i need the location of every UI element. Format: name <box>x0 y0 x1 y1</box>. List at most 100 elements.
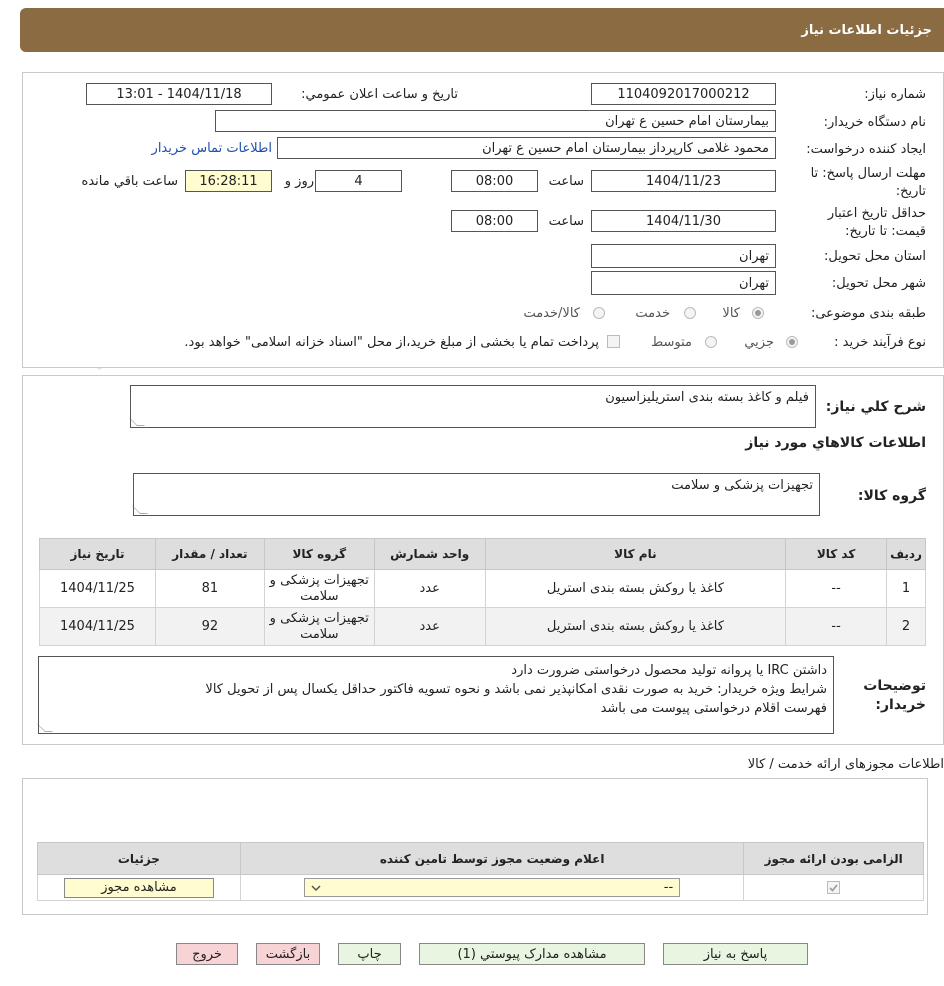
goods-table-header: رديف كد كالا نام كالا واحد شمارش گروه كا… <box>39 538 926 570</box>
table-row: 1 -- کاغذ یا روکش بسته بندی استریل عدد ت… <box>39 569 926 608</box>
reply-date-field: 1404/11/23 <box>591 170 776 192</box>
licenses-title: اطلاعات مجوزهای ارائه خدمت / کالا <box>747 757 944 772</box>
reply-time-label: ساعت <box>548 174 584 189</box>
buyer-notes-textarea[interactable]: داشتن IRC یا پروانه تولید محصول درخواستی… <box>37 656 834 734</box>
col-qty: تعداد / مقدار <box>154 538 265 570</box>
province-field: تهران <box>591 244 776 268</box>
view-attachments-button[interactable]: مشاهده مدارک پیوستي (1) <box>419 943 645 965</box>
city-field: تهران <box>591 271 776 295</box>
category-service-radio[interactable] <box>684 307 696 319</box>
goods-group-textarea[interactable]: تجهیزات پزشکی و سلامت <box>132 473 820 516</box>
cell-qty: 92 <box>154 607 265 646</box>
licenses-table-header: الزامی بودن ارائه مجوز اعلام وضعیت مجوز … <box>37 842 924 875</box>
cell-license-details: مشاهده مجوز <box>37 874 241 901</box>
buyer-notes-label-2: خریدار: <box>875 697 926 713</box>
page-title: جزئیات اطلاعات نیاز <box>801 22 932 38</box>
category-goods-radio[interactable] <box>752 307 764 319</box>
city-label: شهر محل تحویل: <box>831 276 926 291</box>
goods-group-label: گروه کالا: <box>857 488 926 504</box>
cell-date: 1404/11/25 <box>39 569 156 608</box>
purchase-medium-radio[interactable] <box>705 336 717 348</box>
buyer-org-label: نام دستگاه خریدار: <box>823 115 926 130</box>
print-button[interactable]: چاپ <box>338 943 401 965</box>
goods-table: رديف كد كالا نام كالا واحد شمارش گروه كا… <box>39 538 926 646</box>
buyer-note-line: فهرست اقلام درخواستی پیوست می باشد <box>600 701 827 716</box>
col-code: كد كالا <box>785 538 888 570</box>
goods-info-title: اطلاعات کالاهاي مورد نياز <box>745 435 926 451</box>
need-number-field: 1104092017000212 <box>591 83 776 105</box>
cell-name: کاغذ یا روکش بسته بندی استریل <box>484 607 787 646</box>
cell-code: -- <box>785 569 888 608</box>
check-icon <box>829 884 838 892</box>
announce-datetime-field: 1404/11/18 - 13:01 <box>86 83 272 105</box>
cell-name: کاغذ یا روکش بسته بندی استریل <box>484 569 787 608</box>
days-remaining-field: 4 <box>315 170 402 192</box>
province-label: استان محل تحویل: <box>824 249 926 264</box>
buyer-note-line: شرایط ویژه خریدار: خرید به صورت نقدی امک… <box>205 682 827 697</box>
col-group: گروه كالا <box>263 538 375 570</box>
back-button[interactable]: بازگشت <box>256 943 320 965</box>
summary-label: شرح كلي نياز: <box>825 399 926 415</box>
buyer-org-field: بیمارستان امام حسین ع تهران <box>215 110 776 132</box>
category-goods-service-radio[interactable] <box>593 307 605 319</box>
cell-license-required <box>743 874 924 901</box>
validity-time-field: 08:00 <box>451 210 538 232</box>
cell-group: تجهیزات پزشکی و سلامت <box>263 569 375 608</box>
summary-textarea[interactable]: فیلم و کاغذ بسته بندی استریلیزاسیون <box>129 385 816 428</box>
buyer-note-line: داشتن IRC یا پروانه تولید محصول درخواستی… <box>511 663 827 678</box>
treasury-docs-checkbox[interactable] <box>607 335 620 348</box>
purchase-type-label: نوع فرآیند خرید : <box>834 335 926 350</box>
reply-deadline-label: مهلت ارسال پاسخ: تا <box>810 166 926 181</box>
reply-time-field: 08:00 <box>451 170 538 192</box>
resize-grip-icon[interactable] <box>129 418 145 426</box>
reply-deadline-label-2: تاریخ: <box>895 184 926 199</box>
goods-group-text: تجهیزات پزشکی و سلامت <box>671 478 813 493</box>
col-license-required: الزامی بودن ارائه مجوز <box>743 842 924 875</box>
treasury-docs-note: پرداخت تمام یا بخشی از مبلغ خرید،از محل … <box>184 335 599 350</box>
cell-license-status: -- <box>239 874 745 901</box>
requester-field: محمود غلامی کارپرداز بیمارستان امام حسین… <box>277 137 776 159</box>
need-number-label: شماره نیاز: <box>864 87 926 102</box>
cell-unit: عدد <box>373 607 486 646</box>
license-status-select[interactable]: -- <box>304 878 681 897</box>
category-service-label: خدمت <box>635 306 670 321</box>
cell-date: 1404/11/25 <box>39 607 156 646</box>
cell-code: -- <box>785 607 888 646</box>
buyer-notes-label: توضیحات <box>863 678 926 694</box>
purchase-minor-label: جزیي <box>744 335 774 350</box>
remaining-time-field: 16:28:11 <box>185 170 272 192</box>
requester-label: ایجاد کننده درخواست: <box>806 142 926 157</box>
col-name: نام كالا <box>484 538 787 570</box>
view-license-button[interactable]: مشاهده مجوز <box>63 877 214 898</box>
cell-qty: 81 <box>154 569 265 608</box>
table-row: -- مشاهده مجوز <box>37 874 924 901</box>
table-row: 2 -- کاغذ یا روکش بسته بندی استریل عدد ت… <box>39 607 926 646</box>
days-label: روز و <box>284 174 314 189</box>
remaining-time-label: ساعت باقي مانده <box>81 174 178 189</box>
validity-label: حداقل تاریخ اعتبار <box>827 206 926 221</box>
page-header: جزئیات اطلاعات نیاز <box>20 8 944 52</box>
col-row: رديف <box>886 538 926 570</box>
license-status-value: -- <box>663 880 674 895</box>
reply-to-need-button[interactable]: پاسخ به نیاز <box>663 943 808 965</box>
resize-grip-icon[interactable] <box>37 724 53 732</box>
licenses-table: الزامی بودن ارائه مجوز اعلام وضعیت مجوز … <box>37 842 924 901</box>
cell-unit: عدد <box>373 569 486 608</box>
category-goods-label: کالا <box>722 306 740 321</box>
validity-date-field: 1404/11/30 <box>591 210 776 232</box>
purchase-minor-radio[interactable] <box>786 336 798 348</box>
summary-text: فیلم و کاغذ بسته بندی استریلیزاسیون <box>605 390 809 405</box>
cell-group: تجهیزات پزشکی و سلامت <box>263 607 375 646</box>
cell-row: 1 <box>886 569 926 608</box>
exit-button[interactable]: خروج <box>176 943 238 965</box>
announce-label: تاریخ و ساعت اعلان عمومي: <box>301 87 458 102</box>
col-license-status: اعلام وضعیت مجوز توسط تامین کننده <box>239 842 745 875</box>
resize-grip-icon[interactable] <box>132 506 148 514</box>
category-goods-service-label: کالا/خدمت <box>523 306 580 321</box>
col-license-details: جزئیات <box>37 842 241 875</box>
cell-row: 2 <box>886 607 926 646</box>
validity-time-label: ساعت <box>548 214 584 229</box>
license-required-checkbox[interactable] <box>827 881 841 894</box>
col-unit: واحد شمارش <box>373 538 486 570</box>
buyer-contact-link[interactable]: اطلاعات تماس خریدار <box>152 141 272 156</box>
